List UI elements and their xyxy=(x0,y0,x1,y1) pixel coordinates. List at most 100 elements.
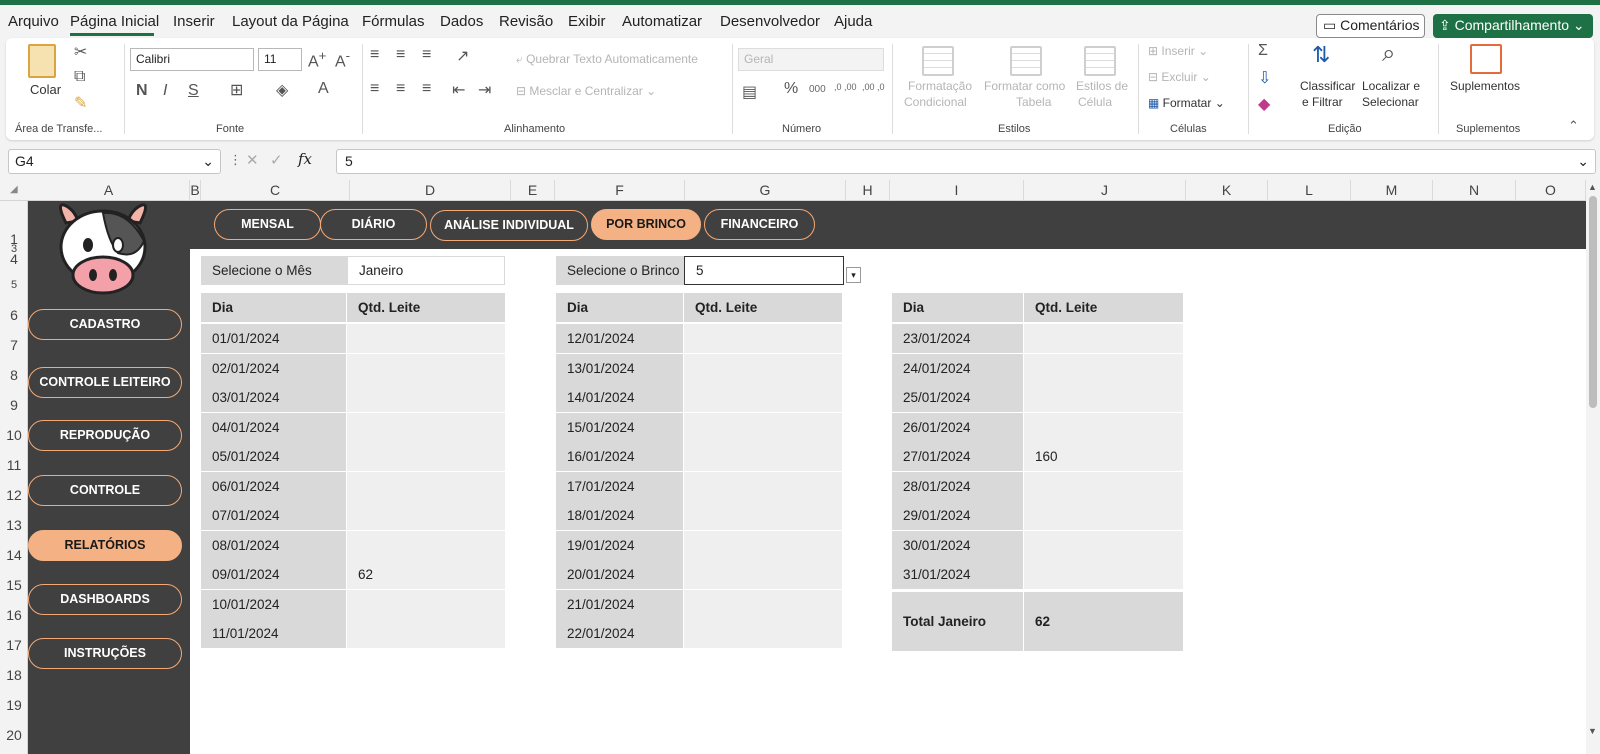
row-header[interactable]: 16 xyxy=(0,607,28,623)
cell-styles-icon[interactable] xyxy=(1084,46,1116,76)
table-cell-dia[interactable]: 01/01/2024 xyxy=(201,324,346,353)
row-header[interactable]: 7 xyxy=(0,337,28,353)
table-cell-qtd-leite[interactable] xyxy=(1024,560,1183,589)
col-header-c[interactable]: C xyxy=(201,180,350,201)
align-right-icon[interactable]: ≡ xyxy=(422,80,431,98)
insert-function-icon[interactable]: fx xyxy=(298,150,312,168)
scroll-up-icon[interactable]: ▲ xyxy=(1588,182,1597,192)
table-cell-dia[interactable]: 31/01/2024 xyxy=(892,560,1023,589)
row-header[interactable]: 14 xyxy=(0,547,28,563)
col-header-a[interactable]: A xyxy=(28,180,190,201)
table-cell-dia[interactable]: 17/01/2024 xyxy=(556,472,683,501)
select-all-icon[interactable]: ◢ xyxy=(10,184,18,195)
row-header[interactable]: 9 xyxy=(0,397,28,413)
table-cell-qtd-leite[interactable] xyxy=(347,324,505,353)
format-cells-button[interactable]: ▦ Formatar ⌄ xyxy=(1148,96,1225,110)
table-cell-qtd-leite[interactable] xyxy=(347,472,505,501)
col-header-l[interactable]: L xyxy=(1268,180,1351,201)
sidebar-item-dashboards[interactable]: DASHBOARDS xyxy=(28,584,182,615)
align-top-icon[interactable]: ≡ xyxy=(370,46,379,64)
menu-inserir[interactable]: Inserir xyxy=(173,13,215,30)
menu-layout[interactable]: Layout da Página xyxy=(232,13,349,30)
menu-automatizar[interactable]: Automatizar xyxy=(622,13,702,30)
table-cell-dia[interactable]: 28/01/2024 xyxy=(892,472,1023,501)
align-bottom-icon[interactable]: ≡ xyxy=(422,46,431,64)
table-cell-dia[interactable]: 08/01/2024 xyxy=(201,531,346,560)
table-cell-dia[interactable]: 03/01/2024 xyxy=(201,383,346,412)
table-cell-qtd-leite[interactable] xyxy=(347,531,505,560)
table-cell-qtd-leite[interactable] xyxy=(347,354,505,383)
table-cell-qtd-leite[interactable] xyxy=(1024,354,1183,383)
menu-formulas[interactable]: Fórmulas xyxy=(362,13,425,30)
table-cell-dia[interactable]: 02/01/2024 xyxy=(201,354,346,383)
col-header-f[interactable]: F xyxy=(555,180,685,201)
table-cell-dia[interactable]: 06/01/2024 xyxy=(201,472,346,501)
col-header-m[interactable]: M xyxy=(1351,180,1433,201)
vertical-scrollbar[interactable]: ▲ ▼ xyxy=(1586,182,1600,754)
sort-filter-icon[interactable]: ⇅ xyxy=(1312,42,1330,68)
grow-font-icon[interactable]: A+ xyxy=(308,48,326,71)
tag-selector-input[interactable]: 5 xyxy=(684,256,844,285)
autosum-icon[interactable]: Σ xyxy=(1258,42,1268,60)
col-header-o[interactable]: O xyxy=(1516,180,1586,201)
table-cell-dia[interactable]: 07/01/2024 xyxy=(201,501,346,530)
tab-financeiro[interactable]: FINANCEIRO xyxy=(704,209,815,240)
name-box[interactable]: G4 ⌄ xyxy=(8,149,221,174)
find-select-line2[interactable]: Selecionar xyxy=(1362,95,1419,109)
table-cell-qtd-leite[interactable] xyxy=(1024,472,1183,501)
formula-input[interactable]: 5 ⌄ xyxy=(336,149,1596,174)
col-header-g[interactable]: G xyxy=(685,180,846,201)
table-cell-qtd-leite[interactable] xyxy=(684,472,842,501)
table-cell-dia[interactable]: 25/01/2024 xyxy=(892,383,1023,412)
table-cell-qtd-leite[interactable] xyxy=(347,413,505,442)
table-cell-dia[interactable]: 11/01/2024 xyxy=(201,619,346,648)
row-header[interactable]: 18 xyxy=(0,667,28,683)
table-cell-qtd-leite[interactable] xyxy=(684,531,842,560)
row-header[interactable]: 10 xyxy=(0,427,28,443)
share-button[interactable]: ⇪ Compartilhamento ⌄ xyxy=(1433,14,1593,38)
row-header[interactable]: 5 xyxy=(0,279,28,291)
bold-button[interactable]: N xyxy=(136,82,148,100)
tab-mensal[interactable]: MENSAL xyxy=(214,209,321,240)
format-painter-icon[interactable]: ✎ xyxy=(74,93,87,113)
conditional-format-icon[interactable] xyxy=(922,46,954,76)
table-cell-qtd-leite[interactable] xyxy=(347,619,505,648)
italic-button[interactable]: I xyxy=(163,82,167,100)
table-cell-qtd-leite[interactable] xyxy=(684,442,842,471)
menu-desenvolvedor[interactable]: Desenvolvedor xyxy=(720,13,820,30)
currency-icon[interactable]: ▤ xyxy=(742,82,757,102)
menu-arquivo[interactable]: Arquivo xyxy=(8,13,59,30)
delete-cells-button[interactable]: ⊟ Excluir ⌄ xyxy=(1148,70,1211,84)
col-header-h[interactable]: H xyxy=(846,180,890,201)
menu-dados[interactable]: Dados xyxy=(440,13,483,30)
fill-icon[interactable]: ⇩ xyxy=(1258,68,1271,88)
fill-color-icon[interactable]: ◈ xyxy=(276,80,288,100)
table-cell-qtd-leite[interactable] xyxy=(684,590,842,619)
align-left-icon[interactable]: ≡ xyxy=(370,80,379,98)
row-header[interactable]: 19 xyxy=(0,697,28,713)
table-cell-dia[interactable]: 13/01/2024 xyxy=(556,354,683,383)
sidebar-item-instrucoes[interactable]: INSTRUÇÕES xyxy=(28,638,182,669)
tab-analise-individual[interactable]: ANÁLISE INDIVIDUAL xyxy=(430,210,588,241)
row-header[interactable]: 17 xyxy=(0,637,28,653)
borders-icon[interactable]: ⊞ xyxy=(230,80,243,100)
table-cell-qtd-leite[interactable] xyxy=(347,590,505,619)
table-cell-qtd-leite[interactable] xyxy=(684,354,842,383)
copy-icon[interactable]: ⧉ xyxy=(74,68,85,86)
collapse-ribbon-icon[interactable]: ⌃ xyxy=(1568,118,1579,134)
conditional-format-line1[interactable]: Formatação xyxy=(908,79,972,93)
row-header[interactable]: 11 xyxy=(0,457,28,473)
sidebar-item-relatorios[interactable]: RELATÓRIOS xyxy=(28,530,182,561)
font-name-select[interactable]: Calibri xyxy=(130,48,254,71)
scroll-down-icon[interactable]: ▼ xyxy=(1588,726,1597,736)
table-cell-dia[interactable]: 18/01/2024 xyxy=(556,501,683,530)
table-cell-dia[interactable]: 05/01/2024 xyxy=(201,442,346,471)
sort-filter-line2[interactable]: e Filtrar xyxy=(1302,95,1343,109)
sidebar-item-controle-leiteiro[interactable]: CONTROLE LEITEIRO xyxy=(28,367,182,398)
more-icon[interactable]: ⋮ xyxy=(229,152,242,168)
cancel-icon[interactable]: ✕ xyxy=(246,151,259,169)
table-cell-dia[interactable]: 23/01/2024 xyxy=(892,324,1023,353)
col-header-e[interactable]: E xyxy=(511,180,555,201)
table-cell-qtd-leite[interactable] xyxy=(1024,531,1183,560)
sidebar-item-cadastro[interactable]: CADASTRO xyxy=(28,309,182,340)
